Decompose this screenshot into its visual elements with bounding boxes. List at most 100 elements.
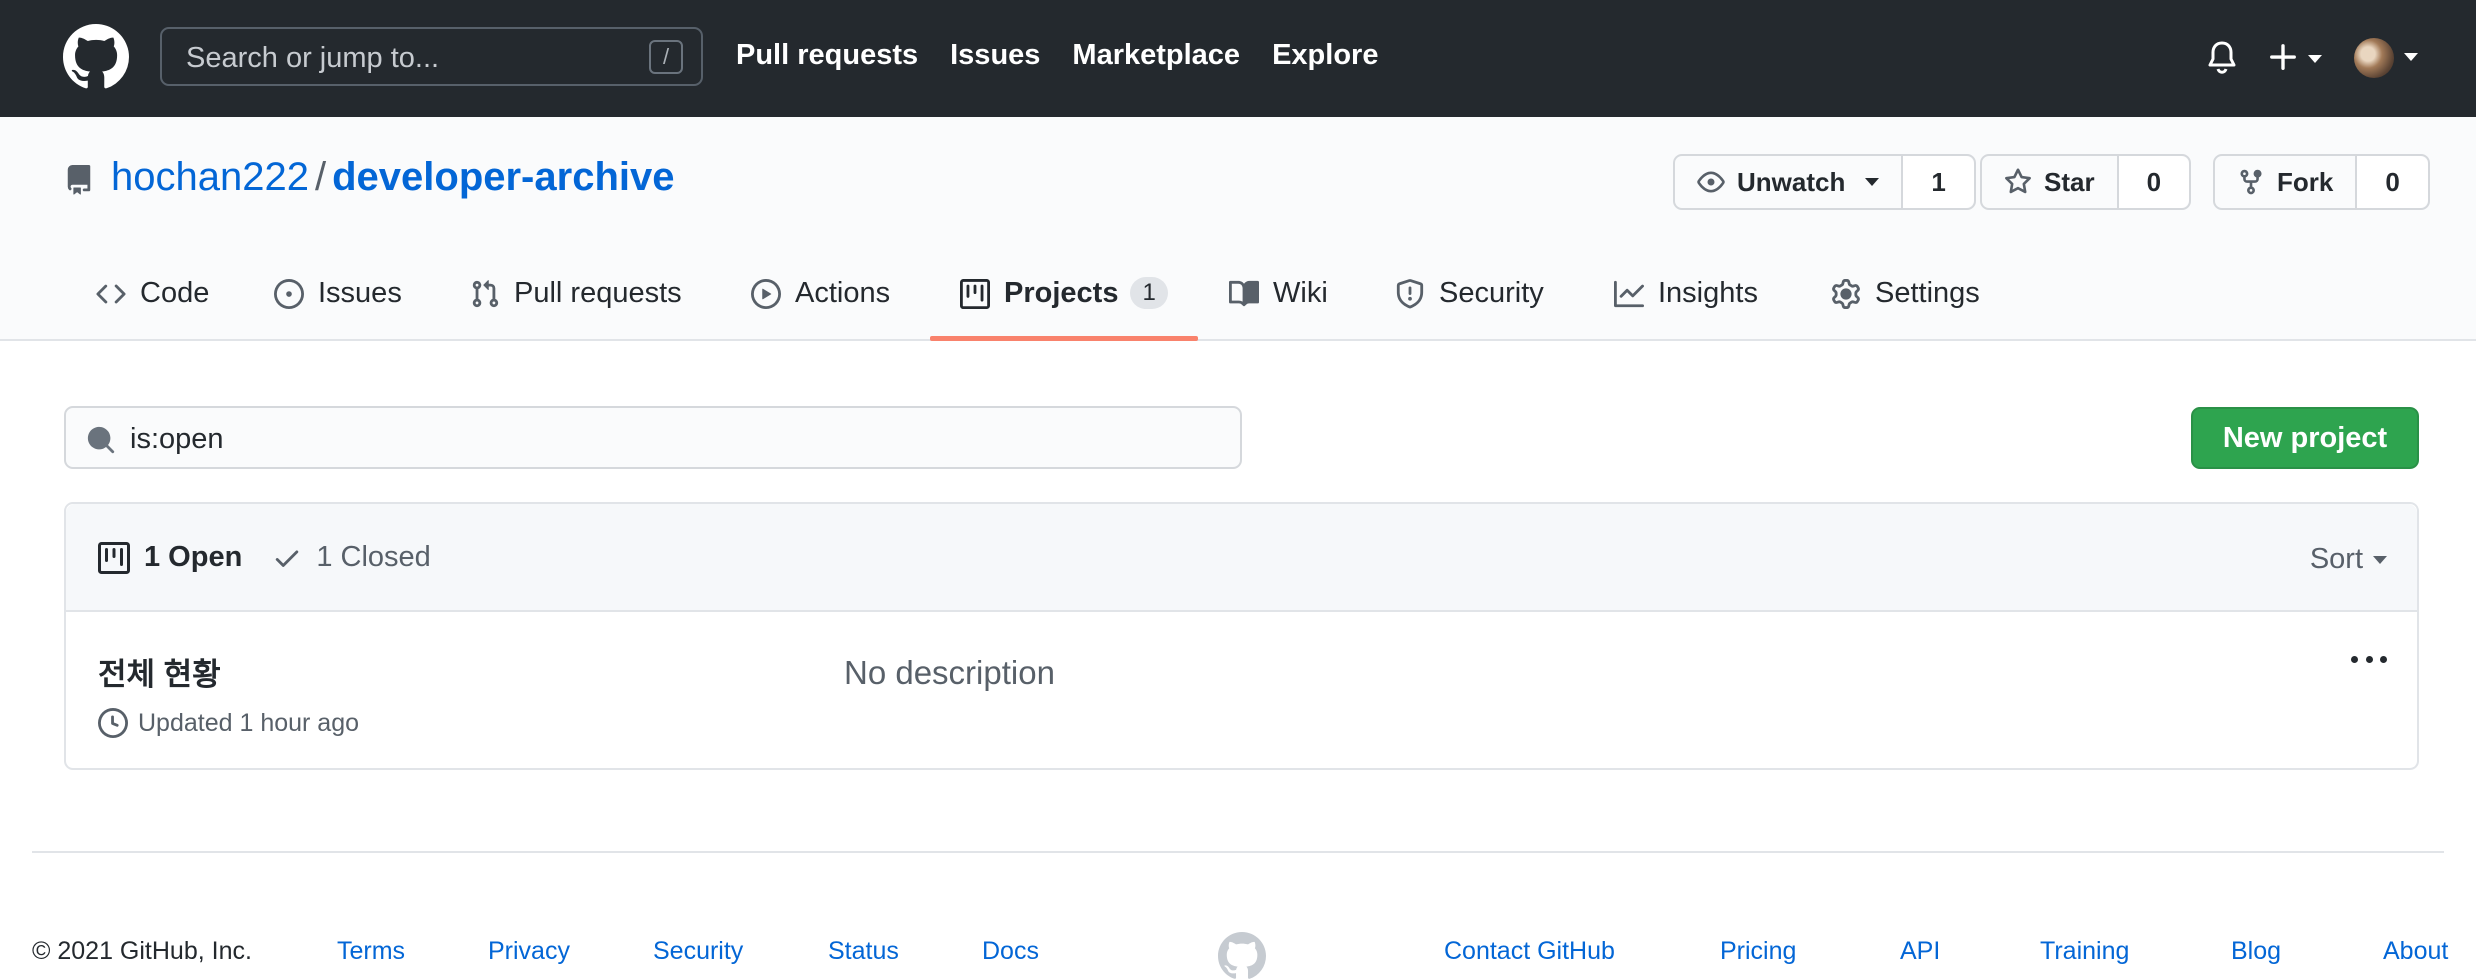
star-button-group: Star 0 <box>1980 154 2192 210</box>
repo-title: hochan222/developer-archive <box>111 155 674 200</box>
tab-label: Code <box>140 277 210 309</box>
header-link-pull-requests[interactable]: Pull requests <box>736 39 918 72</box>
unwatch-button[interactable]: Unwatch <box>1675 156 1904 208</box>
global-header: Search or jump to... / Pull requests Iss… <box>0 0 2476 117</box>
watch-button-group: Unwatch 1 <box>1673 154 1976 210</box>
projects-list: 1 Open 1 Closed Sort 전체 현황 Updated 1 hou… <box>64 502 2419 770</box>
repo-icon <box>67 165 91 195</box>
open-projects-filter[interactable]: 1 Open <box>98 541 242 574</box>
tab-label: Insights <box>1658 277 1758 309</box>
tab-label: Security <box>1439 277 1544 309</box>
stars-count[interactable]: 0 <box>2118 156 2190 208</box>
repo-name-link[interactable]: developer-archive <box>332 155 674 199</box>
footer-link-status[interactable]: Status <box>828 937 899 966</box>
search-query-text: is:open <box>130 423 224 455</box>
footer-link-security[interactable]: Security <box>653 937 743 966</box>
fork-label: Fork <box>2277 166 2334 197</box>
search-shortcut-key: / <box>649 40 683 74</box>
tab-label: Wiki <box>1273 277 1328 309</box>
list-item: 전체 현황 Updated 1 hour ago No description <box>66 612 2417 770</box>
footer-copyright: © 2021 GitHub, Inc. <box>32 937 252 965</box>
git-pull-request-icon <box>472 280 499 308</box>
footer-link-pricing[interactable]: Pricing <box>1720 937 1796 966</box>
github-logo-icon[interactable] <box>63 24 129 90</box>
project-title-link[interactable]: 전체 현황 <box>98 649 221 694</box>
check-icon <box>276 550 299 567</box>
tab-label: Issues <box>318 277 402 309</box>
search-placeholder: Search or jump to... <box>186 42 440 74</box>
watchers-count[interactable]: 1 <box>1903 156 1974 208</box>
star-icon <box>2005 168 2031 194</box>
repo-owner-link[interactable]: hochan222 <box>111 155 309 199</box>
repository-header: hochan222/developer-archive Unwatch 1 St… <box>0 117 2476 341</box>
footer-link-terms[interactable]: Terms <box>337 937 405 966</box>
github-logo-icon[interactable] <box>1218 932 1266 980</box>
tab-wiki[interactable]: Wiki <box>1229 253 1328 341</box>
header-link-issues[interactable]: Issues <box>950 39 1040 72</box>
shield-icon <box>1396 279 1424 309</box>
project-icon <box>960 279 990 309</box>
unwatch-label: Unwatch <box>1737 166 1846 197</box>
gear-icon <box>1832 279 1860 309</box>
header-link-marketplace[interactable]: Marketplace <box>1072 39 1240 72</box>
tab-label: Pull requests <box>514 277 682 309</box>
tab-projects[interactable]: Projects 1 <box>960 253 1168 341</box>
footer-link-privacy[interactable]: Privacy <box>488 937 570 966</box>
open-count-label: 1 Open <box>144 541 243 573</box>
project-updated: Updated 1 hour ago <box>98 708 359 738</box>
star-button[interactable]: Star <box>1982 156 2119 208</box>
forks-count[interactable]: 0 <box>2357 156 2428 208</box>
closed-projects-filter[interactable]: 1 Closed <box>272 541 431 574</box>
tab-code[interactable]: Code <box>96 253 209 341</box>
repo-forked-icon <box>2240 169 2262 195</box>
play-icon <box>751 279 781 309</box>
footer-link-training[interactable]: Training <box>2040 937 2129 966</box>
clock-icon <box>98 708 128 738</box>
sort-dropdown[interactable]: Sort <box>2310 543 2387 576</box>
chevron-down-icon <box>2308 55 2322 63</box>
sort-label: Sort <box>2309 543 2363 575</box>
user-menu-dropdown[interactable] <box>2354 36 2424 80</box>
kebab-horizontal-icon[interactable] <box>2351 656 2387 668</box>
header-link-explore[interactable]: Explore <box>1272 39 1378 72</box>
tab-actions[interactable]: Actions <box>751 253 890 341</box>
chevron-down-icon <box>2373 555 2387 564</box>
plus-icon <box>2270 44 2296 70</box>
issue-opened-icon <box>274 279 304 309</box>
tab-settings[interactable]: Settings <box>1831 253 1980 341</box>
footer-link-api[interactable]: API <box>1900 937 1940 966</box>
create-new-dropdown[interactable] <box>2268 38 2324 78</box>
notifications-bell-icon[interactable] <box>2206 40 2238 76</box>
search-icon <box>87 426 115 454</box>
footer-link-about[interactable]: About <box>2383 937 2448 966</box>
avatar <box>2354 38 2394 78</box>
book-icon <box>1229 280 1259 307</box>
fork-button-group: Fork 0 <box>2213 154 2430 210</box>
header-nav: Pull requests Issues Marketplace Explore <box>736 39 1378 72</box>
graph-icon <box>1614 280 1644 308</box>
state-filters: 1 Open 1 Closed <box>98 541 431 574</box>
tab-issues[interactable]: Issues <box>274 253 402 341</box>
repo-title-separator: / <box>314 155 327 199</box>
tab-counter: 1 <box>1130 277 1168 309</box>
tab-security[interactable]: Security <box>1395 253 1544 341</box>
code-icon <box>96 284 126 304</box>
updated-text: Updated 1 hour ago <box>138 708 360 737</box>
chevron-down-icon <box>2404 53 2418 61</box>
new-project-button[interactable]: New project <box>2191 407 2419 469</box>
tab-pull-requests[interactable]: Pull requests <box>470 253 682 341</box>
tab-label: Actions <box>795 277 891 309</box>
footer-link-contact-github[interactable]: Contact GitHub <box>1444 937 1615 966</box>
star-label: Star <box>2044 166 2095 197</box>
tab-insights[interactable]: Insights <box>1614 253 1758 341</box>
eye-icon <box>1697 171 1725 193</box>
fork-button[interactable]: Fork <box>2215 156 2358 208</box>
selected-tab-indicator <box>930 336 1198 341</box>
footer-link-blog[interactable]: Blog <box>2231 937 2281 966</box>
tab-label: Settings <box>1875 277 1980 309</box>
project-description: No description <box>844 654 1055 691</box>
projects-list-header: 1 Open 1 Closed Sort <box>66 504 2417 612</box>
global-search-input[interactable]: Search or jump to... / <box>160 27 703 86</box>
footer-link-docs[interactable]: Docs <box>982 937 1039 966</box>
project-search-input[interactable]: is:open <box>64 406 1242 469</box>
